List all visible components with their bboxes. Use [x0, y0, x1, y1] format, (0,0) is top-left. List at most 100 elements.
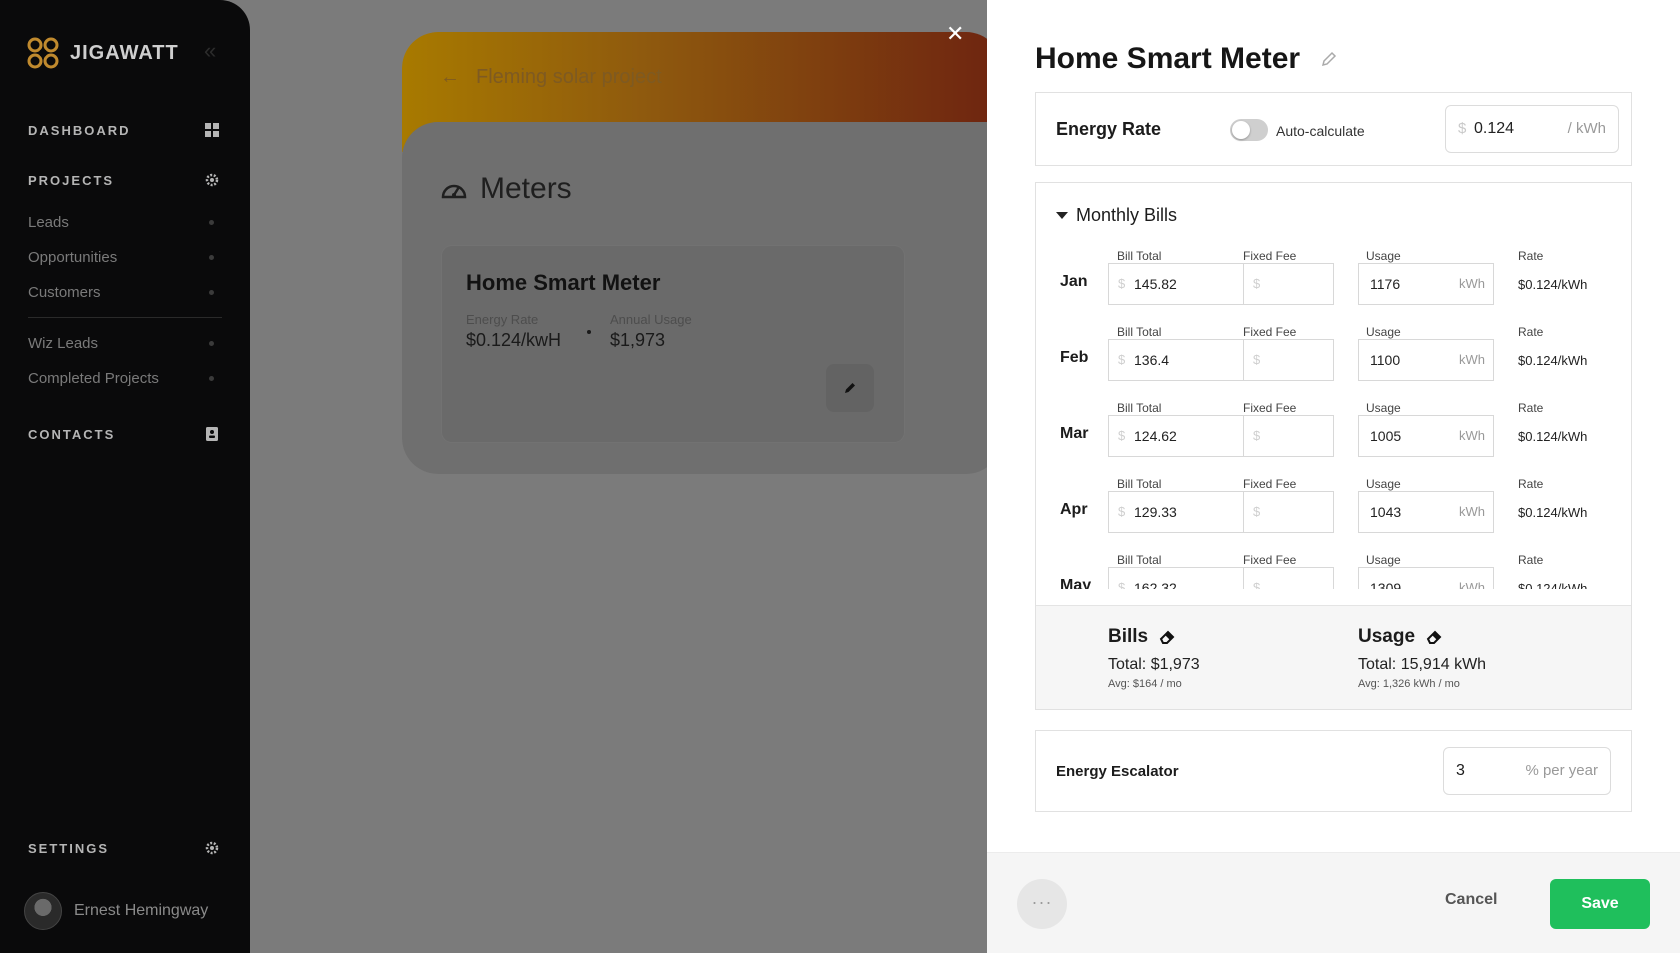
usage-input[interactable]: 1176 kWh — [1358, 263, 1494, 305]
energy-escalator-label: Energy Escalator — [1056, 763, 1179, 780]
bill-total-input[interactable]: $124.62 $ — [1108, 415, 1334, 457]
nav-section-projects[interactable]: PROJECTS — [28, 162, 220, 198]
close-drawer-icon[interactable]: ✕ — [946, 23, 966, 45]
usage-summary: Usage Total: 15,914 kWh Avg: 1,326 kWh /… — [1358, 626, 1486, 690]
nav-item-dot — [209, 219, 214, 225]
nav-item-dot — [209, 289, 214, 295]
fixed-fee-input[interactable]: $ — [1253, 504, 1260, 519]
project-card: ← Fleming solar project Meters Home Smar… — [402, 32, 1002, 474]
usage-input[interactable]: 1309 kWh — [1358, 567, 1494, 589]
usage-input[interactable]: 1005 kWh — [1358, 415, 1494, 457]
nav-section-settings[interactable]: SETTINGS — [28, 830, 220, 866]
cancel-button[interactable]: Cancel — [1445, 891, 1497, 909]
rate-value: $0.124/kWh — [1518, 353, 1588, 368]
nav-item-dot — [209, 340, 214, 346]
energy-rate-label: Energy Rate — [1056, 119, 1162, 139]
bill-totals: Bills Total: $1,973 Avg: $164 / mo Usage… — [1036, 605, 1631, 709]
more-options-button[interactable]: ··· — [1017, 879, 1067, 929]
edit-meter-button[interactable] — [826, 364, 874, 412]
nav-item-customers[interactable]: Customers — [28, 280, 214, 304]
usage-input[interactable]: 1043 kWh — [1358, 491, 1494, 533]
nav-item-label: Wiz Leads — [28, 334, 99, 352]
bill-total-input[interactable]: $145.82 $ — [1108, 263, 1334, 305]
usage-total: Total: 15,914 kWh — [1358, 656, 1487, 673]
energy-escalator-input[interactable]: 3 % per year — [1443, 747, 1611, 795]
rate-value: $0.124/kWh — [1518, 277, 1588, 292]
brand[interactable]: JIGAWATT — [26, 36, 179, 70]
nav-section-contacts[interactable]: CONTACTS — [28, 416, 220, 452]
eraser-icon[interactable] — [1425, 628, 1443, 646]
currency-prefix: $ — [1118, 352, 1126, 367]
meters-title: Meters — [480, 172, 572, 205]
energy-rate-value: 0.124 — [1474, 120, 1515, 137]
gear-icon — [205, 173, 219, 187]
meter-card[interactable]: Home Smart Meter Energy Rate $0.124/kwH … — [442, 246, 904, 442]
bill-total-input[interactable]: $136.4 $ — [1108, 339, 1334, 381]
collapse-sidebar-icon[interactable]: « — [204, 40, 228, 64]
nav-item-leads[interactable]: Leads — [28, 210, 214, 234]
brand-name: JIGAWATT — [70, 41, 179, 64]
bill-total-input[interactable]: $162.32 $ — [1108, 567, 1334, 589]
user-name: Ernest Hemingway — [74, 902, 209, 919]
usage-value: 1100 — [1370, 352, 1401, 368]
energy-rate-label: Energy Rate — [466, 312, 539, 327]
bill-total-value: 136.4 — [1134, 352, 1170, 368]
current-user[interactable]: Ernest Hemingway — [24, 892, 208, 930]
meter-name: Home Smart Meter — [466, 270, 661, 295]
annual-usage-label: Annual Usage — [610, 312, 692, 327]
bill-row: Jan Bill Total Fixed Fee Usage Rate $145.82 $1… — [1036, 249, 1631, 329]
monthly-bills-panel: Monthly Bills Jan Bill Total Fixed Fee Usag… — [1035, 182, 1632, 710]
rate-label: Rate — [1518, 477, 1544, 491]
currency-prefix: $ — [1118, 580, 1126, 589]
usage-unit: kWh — [1459, 352, 1485, 367]
fixed-fee-input[interactable]: $ — [1253, 276, 1260, 291]
save-button[interactable]: Save — [1550, 879, 1650, 929]
nav-item-label: Customers — [28, 283, 101, 301]
caret-down-icon — [1056, 212, 1068, 219]
back-link[interactable]: ← Fleming solar project — [440, 66, 662, 89]
bill-rows: Jan Bill Total Fixed Fee Usage Rate $145.82 $1… — [1036, 249, 1631, 589]
rate-label: Rate — [1518, 401, 1544, 415]
bills-total: Total: $1,973 — [1108, 656, 1200, 673]
fixed-fee-input[interactable]: $ — [1253, 352, 1260, 367]
auto-calculate-toggle[interactable] — [1230, 119, 1268, 141]
bill-total-label: Bill Total — [1117, 553, 1162, 567]
monthly-bills-title: Monthly Bills — [1076, 205, 1178, 225]
pencil-icon[interactable] — [1320, 50, 1338, 68]
usage-input[interactable]: 1100 kWh — [1358, 339, 1494, 381]
usage-value: 1309 — [1370, 580, 1402, 589]
contact-book-icon — [206, 427, 218, 441]
month-label: Apr — [1060, 501, 1088, 518]
energy-rate-input[interactable]: $ 0.124 / kWh — [1445, 105, 1619, 153]
bill-total-label: Bill Total — [1117, 401, 1162, 415]
project-name: Fleming solar project — [476, 66, 662, 88]
annual-usage-value: $1,973 — [610, 330, 666, 350]
nav-divider — [28, 317, 222, 318]
nav-section-label: SETTINGS — [28, 840, 110, 856]
fixed-fee-input[interactable]: $ — [1253, 428, 1260, 443]
field-divider — [1243, 416, 1244, 456]
monthly-bills-toggle[interactable]: Monthly Bills — [1056, 205, 1177, 226]
gauge-icon — [441, 184, 467, 199]
meters-heading: Meters — [440, 172, 572, 206]
rate-label: Rate — [1518, 553, 1544, 567]
month-label: Mar — [1060, 425, 1089, 442]
jigawatt-logo-icon — [27, 37, 59, 69]
field-divider — [1243, 568, 1244, 589]
drawer-title-text: Home Smart Meter — [1035, 42, 1301, 75]
bill-total-input[interactable]: $129.33 $ — [1108, 491, 1334, 533]
usage-unit: kWh — [1459, 428, 1485, 443]
nav-section-dashboard[interactable]: DASHBOARD — [28, 112, 220, 148]
fixed-fee-input[interactable]: $ — [1253, 580, 1260, 589]
bill-total-value: 162.32 — [1134, 580, 1177, 589]
eraser-icon[interactable] — [1158, 628, 1176, 646]
bill-total-value: 129.33 — [1134, 504, 1177, 520]
nav-item-label: Completed Projects — [28, 369, 159, 387]
usage-unit: kWh — [1459, 580, 1485, 589]
energy-rate-panel: Energy Rate Auto-calculate $ 0.124 / kWh — [1035, 92, 1632, 166]
nav-section-label: CONTACTS — [28, 426, 116, 442]
nav-item-completed-projects[interactable]: Completed Projects — [28, 366, 214, 390]
nav-item-opportunities[interactable]: Opportunities — [28, 245, 214, 269]
nav-item-wiz-leads[interactable]: Wiz Leads — [28, 331, 214, 355]
bill-total-value: 124.62 — [1134, 428, 1177, 444]
